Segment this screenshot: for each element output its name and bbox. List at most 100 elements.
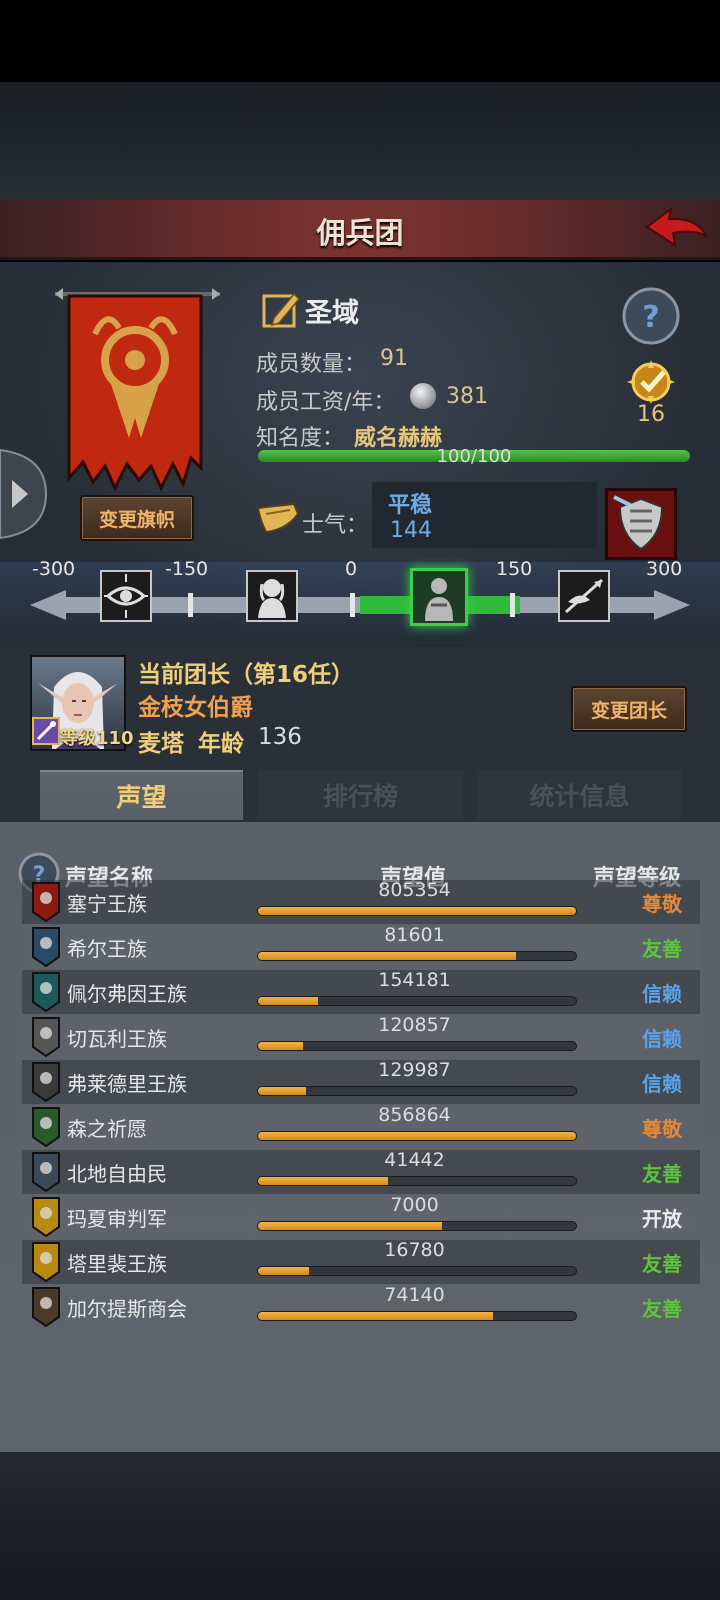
tab-reputation[interactable]: 声望 — [40, 770, 243, 820]
reputation-row[interactable]: 加尔提斯商会 74140 友善 — [22, 1284, 700, 1329]
reputation-row[interactable]: 希尔王族 81601 友善 — [22, 924, 700, 969]
reputation-bar-fill — [258, 997, 319, 1005]
back-arrow-icon[interactable] — [645, 205, 713, 255]
salary-value: 381 — [446, 384, 488, 409]
reputation-bar — [257, 951, 577, 961]
top-background — [0, 82, 720, 200]
tab-statistics-label: 统计信息 — [529, 782, 630, 811]
change-banner-label: 变更旗帜 — [98, 508, 175, 531]
reputation-value: 7000 — [390, 1194, 439, 1216]
morale-state: 平稳 — [388, 493, 433, 518]
reputation-name: 弗莱德里王族 — [67, 1072, 187, 1096]
reputation-level: 友善 — [642, 1297, 682, 1321]
member-count-value: 91 — [380, 346, 408, 371]
reputation-name: 加尔提斯商会 — [67, 1297, 187, 1321]
reputation-bar — [257, 1086, 577, 1096]
reputation-row[interactable]: 玛夏审判军 7000 开放 — [22, 1194, 700, 1239]
header-bar: 佣兵团 — [0, 200, 720, 260]
side-arrow-button[interactable] — [0, 446, 50, 542]
member-count-label: 成员数量： — [256, 352, 367, 377]
reputation-value: 81601 — [384, 924, 445, 946]
reputation-bar — [257, 996, 577, 1006]
reputation-value: 856864 — [378, 1104, 451, 1126]
leader-race: 麦塔 — [138, 731, 184, 757]
leader-title: 当前团长（第16任） — [138, 662, 355, 688]
morale-value: 144 — [390, 518, 432, 543]
reputation-level: 信赖 — [642, 1027, 682, 1051]
reputation-value: 805354 — [378, 879, 451, 901]
bottom-background — [0, 1452, 720, 1600]
change-leader-label: 变更团长 — [590, 699, 667, 722]
leader-class-icon — [32, 717, 60, 745]
achievement-count: 16 — [637, 402, 665, 427]
morale-horn-icon — [256, 500, 300, 536]
chest-shield-icon — [32, 1287, 60, 1328]
tab-ranking[interactable]: 排行榜 — [258, 770, 463, 820]
reputation-bar-fill — [258, 907, 576, 915]
reputation-bar-fill — [258, 1087, 306, 1095]
page-title: 佣兵团 — [316, 216, 404, 250]
reputation-bar-fill — [258, 1042, 303, 1050]
change-leader-button[interactable]: 变更团长 — [571, 686, 687, 732]
reputation-bar — [257, 1176, 577, 1186]
reputation-value: 129987 — [378, 1059, 451, 1081]
reputation-row[interactable]: 塔里裴王族 16780 友善 — [22, 1239, 700, 1284]
reputation-level: 尊敬 — [642, 1117, 682, 1141]
scale-label-minus-300: -300 — [32, 558, 76, 580]
svg-text:?: ? — [642, 300, 659, 335]
reputation-bar-fill — [258, 1222, 443, 1230]
edit-icon[interactable] — [262, 290, 302, 330]
reputation-bar — [257, 1131, 577, 1141]
reputation-level: 开放 — [642, 1207, 682, 1231]
guild-name: 圣域 — [305, 298, 359, 329]
tab-statistics[interactable]: 统计信息 — [477, 770, 682, 820]
reputation-level: 信赖 — [642, 1072, 682, 1096]
reputation-name: 切瓦利王族 — [67, 1027, 167, 1051]
reputation-level: 友善 — [642, 1252, 682, 1276]
axe-shield-icon — [32, 1152, 60, 1193]
reputation-level: 尊敬 — [642, 892, 682, 916]
morale-charge-icon[interactable] — [558, 570, 610, 622]
screen: { "header": { "title": "佣兵团" }, "guild":… — [0, 0, 720, 1600]
teal-crescent-shield-icon — [32, 972, 60, 1013]
tree-shield-icon — [32, 1107, 60, 1148]
morale-shield-icon[interactable] — [605, 488, 677, 560]
reputation-name: 塔里裴王族 — [67, 1252, 167, 1276]
help-button[interactable]: ? — [622, 287, 680, 345]
reputation-value: 154181 — [378, 969, 451, 991]
reputation-name: 玛夏审判军 — [67, 1207, 167, 1231]
achievement-badge-icon[interactable] — [618, 358, 684, 404]
reputation-bar-fill — [258, 1177, 389, 1185]
reputation-name: 希尔王族 — [67, 937, 147, 961]
leader-name: 金枝女伯爵 — [138, 695, 253, 721]
yellow-crown-shield-icon — [32, 1242, 60, 1283]
scale-label-300: 300 — [646, 558, 683, 580]
reputation-row[interactable]: 北地自由民 41442 友善 — [22, 1149, 700, 1194]
reputation-row[interactable]: 森之祈愿 856864 尊敬 — [22, 1104, 700, 1149]
silver-coin-icon — [408, 381, 438, 411]
reputation-row[interactable]: 塞宁王族 805354 尊敬 — [22, 879, 700, 924]
morale-chaos-eye-icon[interactable] — [100, 570, 152, 622]
tab-ranking-label: 排行榜 — [322, 782, 398, 811]
scale-label-0: 0 — [345, 558, 358, 580]
reputation-value: 16780 — [384, 1239, 445, 1261]
reputation-bar — [257, 1041, 577, 1051]
reputation-bar-fill — [258, 952, 516, 960]
reputation-bar — [257, 1221, 577, 1231]
reputation-bar-fill — [258, 1312, 494, 1320]
morale-label: 士气： — [302, 513, 369, 538]
scale-label-minus-150: -150 — [165, 558, 209, 580]
reputation-bar — [257, 1266, 577, 1276]
reputation-row[interactable]: 佩尔弗因王族 154181 信赖 — [22, 969, 700, 1014]
dark-horse-shield-icon — [32, 1062, 60, 1103]
reputation-row[interactable]: 切瓦利王族 120857 信赖 — [22, 1014, 700, 1059]
morale-stable-icon[interactable] — [410, 568, 468, 626]
fame-progress-text: 100/100 — [436, 446, 512, 467]
salary-label: 成员工资/年： — [256, 390, 396, 415]
tab-reputation-label: 声望 — [116, 783, 167, 812]
change-banner-button[interactable]: 变更旗帜 — [80, 495, 194, 541]
reputation-level: 信赖 — [642, 982, 682, 1006]
blue-skull-shield-icon — [32, 927, 60, 968]
morale-despair-icon[interactable] — [246, 570, 298, 622]
reputation-row[interactable]: 弗莱德里王族 129987 信赖 — [22, 1059, 700, 1104]
